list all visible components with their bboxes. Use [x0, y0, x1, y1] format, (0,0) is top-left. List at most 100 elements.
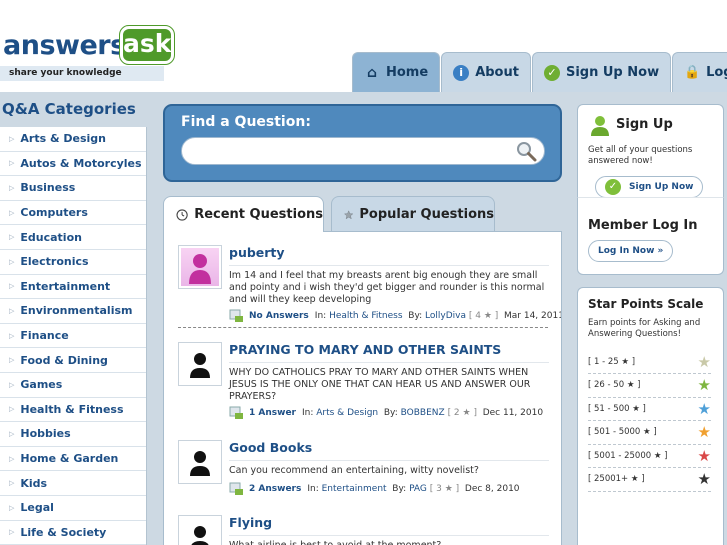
user-points: [ 2 ★ ] [447, 408, 477, 418]
question-category-link[interactable]: Health & Fitness [329, 311, 402, 321]
signup-panel: Sign Up Get all of your questions answer… [577, 104, 724, 198]
category-label: Life & Society [20, 525, 107, 539]
category-label: Environmentalism [20, 304, 133, 318]
info-icon: i [453, 64, 470, 81]
answer-count[interactable]: 1 Answer [249, 408, 296, 418]
user-silhouette-icon [190, 353, 210, 378]
tab-recent-questions[interactable]: Recent Questions [163, 196, 324, 232]
nav-home-label: Home [386, 65, 429, 80]
chevron-right-icon: ▷ [9, 380, 15, 389]
signup-title: Sign Up [616, 117, 673, 132]
header: answers ask share your knowledge ⌂ Home … [0, 0, 727, 92]
category-item[interactable]: ▷ Environmentalism [0, 299, 146, 324]
find-question-title: Find a Question: [181, 114, 311, 130]
user-points: [ 4 ★ ] [468, 311, 499, 321]
category-label: Home & Garden [20, 452, 119, 466]
login-button[interactable]: Log In Now » [588, 240, 674, 262]
question-item: Flying What airline is best to avoid at … [178, 515, 549, 545]
login-title: Member Log In [588, 218, 698, 233]
chevron-right-icon: ▷ [9, 257, 15, 266]
star-level-row: [ 26 - 50 ★ ] ★ [588, 374, 711, 398]
checkmark-icon: ✓ [543, 64, 560, 81]
signup-description: Get all of your questions answered now! [588, 145, 693, 166]
signup-button[interactable]: ✓ Sign Up Now [595, 176, 704, 198]
category-item[interactable]: ▷ Life & Society [0, 521, 146, 545]
category-item[interactable]: ▷ Games [0, 373, 146, 398]
chevron-right-icon: ▷ [9, 528, 15, 537]
search-icon[interactable] [515, 140, 537, 162]
category-item[interactable]: ▷ Entertainment [0, 275, 146, 300]
nav-login-label: Log In [706, 65, 727, 80]
star-icon: ★ [697, 352, 711, 371]
category-item[interactable]: ▷ Electronics [0, 250, 146, 275]
category-item[interactable]: ▷ Kids [0, 471, 146, 496]
answers-icon [229, 482, 243, 495]
by-label: By: [392, 484, 407, 494]
category-item[interactable]: ▷ Finance [0, 324, 146, 349]
category-label: Games [20, 378, 63, 392]
nav-home[interactable]: ⌂ Home [352, 52, 441, 92]
avatar[interactable] [178, 245, 222, 289]
nav-login[interactable]: 🔒 Log In [672, 52, 727, 92]
logo-badge[interactable]: ask [119, 25, 175, 65]
answer-count[interactable]: No Answers [249, 311, 309, 321]
star-icon: ★ [697, 399, 711, 418]
question-title[interactable]: PRAYING TO MARY AND OTHER SAINTS [229, 342, 501, 357]
category-label: Kids [20, 476, 48, 490]
question-user-link[interactable]: PAG [409, 484, 427, 494]
category-label: Autos & Motorcyles [20, 156, 142, 170]
question-body: Im 14 and I feel that my breasts arent b… [229, 265, 549, 305]
search-input[interactable] [181, 137, 545, 165]
question-category-link[interactable]: Entertainment [322, 484, 387, 494]
avatar[interactable] [178, 440, 222, 484]
question-item: Good Books Can you recommend an entertai… [178, 440, 549, 510]
user-silhouette-icon [190, 451, 210, 476]
nav-about[interactable]: i About [441, 52, 531, 92]
avatar[interactable] [178, 515, 222, 545]
category-label: Computers [20, 206, 88, 220]
category-item[interactable]: ▷ Education [0, 225, 146, 250]
star-level-range: [ 51 - 500 ★ ] [588, 403, 646, 414]
category-item[interactable]: ▷ Legal [0, 496, 146, 521]
chevron-right-icon: ▷ [9, 159, 15, 168]
nav-signup[interactable]: ✓ Sign Up Now [531, 52, 672, 92]
checkmark-icon: ✓ [605, 179, 621, 195]
star-level-row: [ 25001+ ★ ] ★ [588, 468, 711, 492]
tab-popular-label: Popular Questions [359, 207, 494, 222]
question-category-link[interactable]: Arts & Design [316, 408, 378, 418]
nav-signup-label: Sign Up Now [565, 65, 660, 80]
question-user-link[interactable]: BOBBENZ [401, 408, 445, 418]
chevron-right-icon: ▷ [9, 331, 15, 340]
category-item[interactable]: ▷ Health & Fitness [0, 398, 146, 423]
category-item[interactable]: ▷ Autos & Motorcyles [0, 152, 146, 177]
user-silhouette-icon [189, 254, 211, 284]
star-level-range: [ 1 - 25 ★ ] [588, 356, 636, 367]
answers-icon [229, 309, 243, 322]
answer-count[interactable]: 2 Answers [249, 484, 301, 494]
avatar[interactable] [178, 342, 222, 386]
question-title[interactable]: puberty [229, 245, 285, 260]
star-points-description: Earn points for Asking and Answering Que… [588, 318, 701, 339]
home-icon: ⌂ [366, 64, 378, 81]
tab-popular-questions[interactable]: Popular Questions [331, 196, 495, 232]
logo-wordmark[interactable]: answers [3, 30, 126, 61]
star-icon: ★ [697, 470, 711, 488]
category-item[interactable]: ▷ Home & Garden [0, 447, 146, 472]
by-label: By: [383, 408, 398, 418]
question-title[interactable]: Good Books [229, 440, 312, 455]
tab-recent-label: Recent Questions [194, 207, 323, 222]
chevron-right-icon: ▷ [9, 306, 15, 315]
question-title[interactable]: Flying [229, 515, 272, 530]
category-label: Legal [20, 501, 54, 515]
question-body: What airline is best to avoid at the mom… [229, 535, 549, 545]
category-item[interactable]: ▷ Hobbies [0, 422, 146, 447]
question-user-link[interactable]: LollyDiva [425, 311, 466, 321]
star-level-row: [ 5001 - 25000 ★ ] ★ [588, 444, 711, 468]
categories-title: Q&A Categories [2, 100, 136, 118]
category-item[interactable]: ▷ Business [0, 176, 146, 201]
category-item[interactable]: ▷ Food & Dining [0, 348, 146, 373]
category-item[interactable]: ▷ Arts & Design [0, 127, 146, 152]
question-list: puberty Im 14 and I feel that my breasts… [163, 231, 562, 545]
login-panel: Member Log In Log In Now » [577, 197, 724, 275]
category-item[interactable]: ▷ Computers [0, 201, 146, 226]
